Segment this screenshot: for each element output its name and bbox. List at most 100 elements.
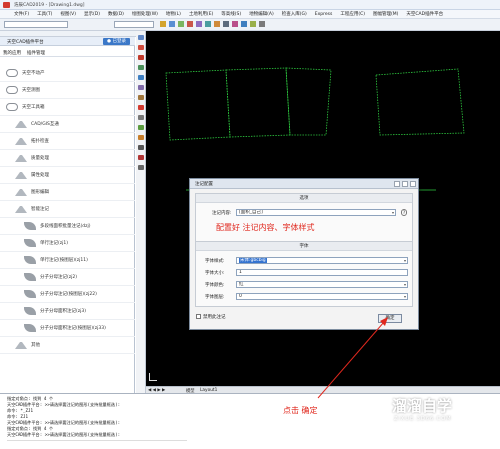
terrain-tool-icon[interactable] <box>138 95 144 100</box>
menu-express[interactable]: Express <box>315 12 333 17</box>
road-tool-icon[interactable] <box>138 65 144 70</box>
linetype-combo[interactable] <box>114 21 154 28</box>
menu-check[interactable]: 检查入库(G) <box>282 11 307 17</box>
more-tool-icon[interactable] <box>138 165 144 170</box>
symbol-tool-icon[interactable] <box>138 145 144 150</box>
font-style-value: 宋体:gbcbig <box>239 258 267 263</box>
draw-icon[interactable] <box>160 21 166 27</box>
menu-feature-edit[interactable]: 地物编辑(A) <box>249 11 274 17</box>
tree-item-zj1[interactable]: 单行注记(zj1) <box>0 235 135 252</box>
measure-icon[interactable] <box>214 21 220 27</box>
command-input[interactable] <box>7 440 187 446</box>
edit-icon[interactable] <box>169 21 175 27</box>
tree-item-zj22[interactable]: 分子分母注记(按图层)(zj22) <box>0 286 135 303</box>
content-select[interactable]: [面积_自己] ▾ <box>236 209 396 216</box>
app-icon <box>3 2 10 8</box>
disable-annotation-checkbox[interactable] <box>196 314 201 319</box>
login-button[interactable]: ● 已登录 <box>103 38 130 45</box>
print-icon[interactable] <box>259 21 265 27</box>
plugin-panel: 天空CAD插件平台 ● 已登录 我的应用 插件管理 天空不动产 天空测图 天空工… <box>0 37 135 399</box>
boundary-tool-icon[interactable] <box>138 85 144 90</box>
menu-file[interactable]: 文件(F) <box>14 11 29 17</box>
font-color-select[interactable]: 红 ▾ <box>236 281 408 288</box>
cloud-icon <box>6 86 18 94</box>
menu-tools[interactable]: 工具(T) <box>37 11 52 17</box>
close-button[interactable] <box>410 181 416 187</box>
tree-item-sky-survey[interactable]: 天空测图 <box>0 82 135 99</box>
tree-item-label: 分子分母面积注记(zj3) <box>40 309 86 314</box>
tree-item-attribute[interactable]: 属性处理 <box>0 167 135 184</box>
house-tool-icon[interactable] <box>138 55 144 60</box>
tree-item-label: 单行注记(按图层)(zj11) <box>40 258 88 263</box>
window-title: 浩辰CAD2019 - [Drawing1.dwg] <box>14 3 85 8</box>
water-tool-icon[interactable] <box>138 75 144 80</box>
vegetation-tool-icon[interactable] <box>138 125 144 130</box>
vertical-toolbar <box>136 31 146 393</box>
tree-item-graphic-edit[interactable]: 图形编辑 <box>0 184 135 201</box>
watermark-url: ZIXUE.3D66.COM <box>394 416 452 422</box>
tab-my-apps[interactable]: 我的应用 <box>3 50 21 56</box>
tree-item-label: 拓扑检查 <box>31 139 49 144</box>
config-note: 配置好 注记内容、字体样式 <box>216 223 315 232</box>
tree-item-zj11[interactable]: 单行注记(按图层)(zj11) <box>0 252 135 269</box>
dialog-titlebar[interactable]: 注记配置 <box>190 179 418 189</box>
properties-icon[interactable] <box>205 21 211 27</box>
layer-icon[interactable] <box>178 21 184 27</box>
menu-sheet[interactable]: 图幅管理(M) <box>373 11 398 17</box>
maximize-button[interactable] <box>402 181 408 187</box>
leaf-icon <box>24 256 36 264</box>
tree-item-sky-toolbox[interactable]: 天空工具箱 <box>0 99 135 116</box>
tree-item-zj3[interactable]: 分子分母面积注记(zj3) <box>0 303 135 320</box>
font-color-label: 字体颜色: <box>205 283 225 288</box>
mark-tool-icon[interactable] <box>138 155 144 160</box>
tab-plugin-manage[interactable]: 插件管理 <box>27 50 45 56</box>
polyline-shape-3 <box>285 67 332 136</box>
font-size-input[interactable]: 1 <box>236 269 408 276</box>
help-icon[interactable]: ? <box>401 209 407 216</box>
play-logo-icon <box>359 394 387 422</box>
tree-item-cad-gis[interactable]: CAD/GIS互通 <box>0 116 135 133</box>
font-layer-select[interactable]: 0 ▾ <box>236 293 408 300</box>
tree-item-topology[interactable]: 拓扑检查 <box>0 133 135 150</box>
dot-tool-icon[interactable] <box>138 45 144 50</box>
hatch-icon[interactable] <box>232 21 238 27</box>
dimension-icon[interactable] <box>250 21 256 27</box>
menu-feature[interactable]: 地物(L) <box>166 11 181 17</box>
menu-plugin[interactable]: 天空CAD插件平台 <box>406 11 443 17</box>
menu-landuse[interactable]: 土地利用(E) <box>189 11 213 17</box>
tree-item-label: 多段线面积批量注记(dzj) <box>40 224 91 229</box>
menu-draw[interactable]: 绘图处理(W) <box>132 11 158 17</box>
text-icon[interactable] <box>223 21 229 27</box>
menu-data[interactable]: 数据(D) <box>108 11 124 17</box>
minimize-button[interactable] <box>394 181 400 187</box>
tree-item-quality[interactable]: 质量处理 <box>0 150 135 167</box>
leaf-icon <box>24 222 36 230</box>
font-style-label: 字体样式: <box>205 259 225 264</box>
select-tool-icon[interactable] <box>138 35 144 40</box>
paper-plane-icon <box>15 205 27 213</box>
menu-contour[interactable]: 等高线(S) <box>221 11 241 17</box>
cloud-icon <box>6 103 18 111</box>
pan-icon[interactable] <box>196 21 202 27</box>
tree-item-smart-annotation[interactable]: 智能注记 <box>0 201 135 218</box>
layer-combo[interactable] <box>4 21 68 28</box>
tree-item-label: 天空测图 <box>22 88 40 93</box>
paper-plane-icon <box>15 341 27 349</box>
disable-annotation-label: 禁用此注记 <box>203 315 226 320</box>
annotation-tool-icon[interactable] <box>138 105 144 110</box>
control-tool-icon[interactable] <box>138 135 144 140</box>
menu-engineering[interactable]: 工程应用(C) <box>340 11 365 17</box>
tree-item-sky-realestate[interactable]: 天空不动产 <box>0 65 135 82</box>
menu-view[interactable]: 视图(V) <box>60 11 76 17</box>
watermark-logo: 溜溜自学 ZIXUE.3D66.COM <box>356 383 496 433</box>
cloud-icon <box>6 69 18 77</box>
tree-item-zj33[interactable]: 分子分母面积注记(按图层)(zj33) <box>0 320 135 337</box>
pipeline-tool-icon[interactable] <box>138 115 144 120</box>
tree-item-dzj[interactable]: 多段线面积批量注记(dzj) <box>0 218 135 235</box>
zoom-icon[interactable] <box>187 21 193 27</box>
tree-item-zj2[interactable]: 分子分母注记(zj2) <box>0 269 135 286</box>
tree-item-other[interactable]: 其他 <box>0 337 135 354</box>
font-style-select[interactable]: 宋体:gbcbig ▾ <box>236 257 408 264</box>
menu-display[interactable]: 显示(D) <box>84 11 100 17</box>
block-icon[interactable] <box>241 21 247 27</box>
